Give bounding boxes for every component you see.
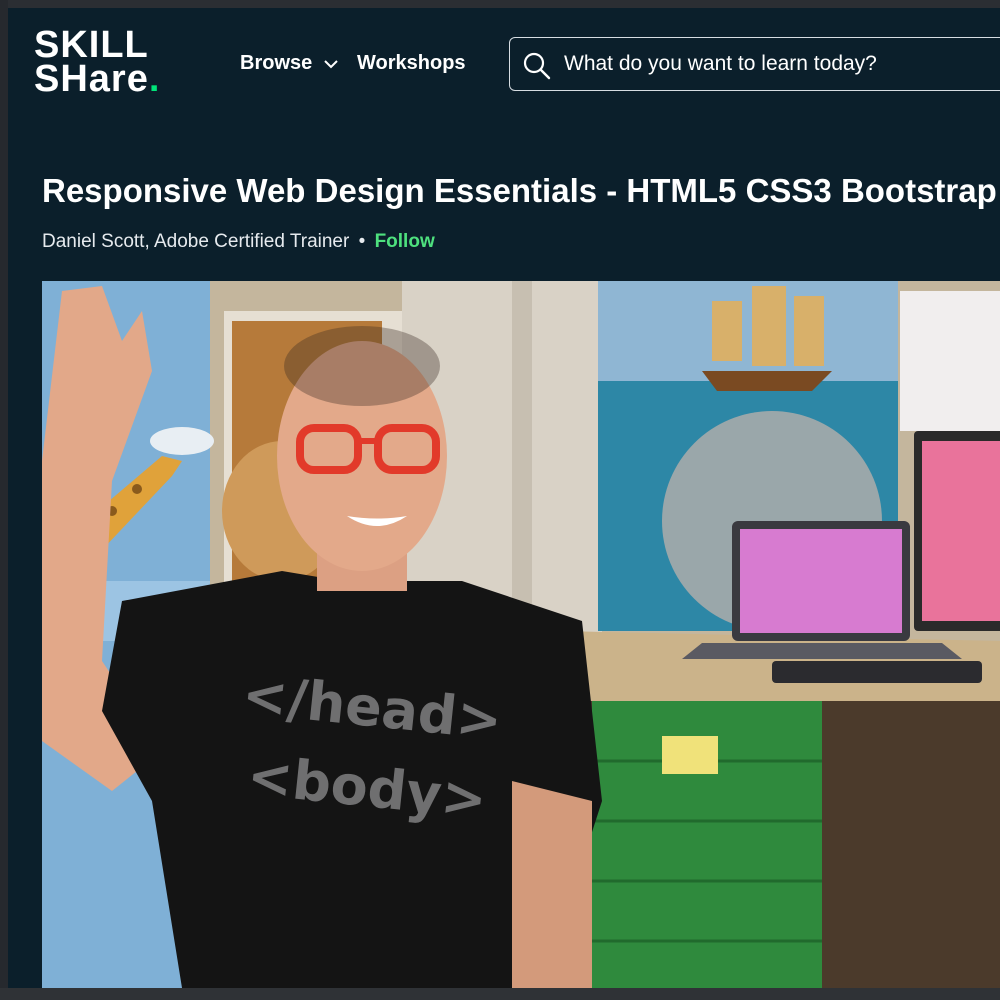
right-arm (512, 781, 592, 988)
logo-line-2: SHare. (34, 60, 160, 98)
cabinet-sticker (662, 736, 718, 774)
author-link[interactable]: Daniel Scott, Adobe Certified Trainer (42, 231, 349, 252)
window-bottom-edge (0, 988, 1000, 1000)
logo-line-2-text: SHare (34, 58, 149, 100)
laptop-base (682, 643, 962, 659)
course-title: Responsive Web Design Essentials - HTML5… (42, 172, 997, 209)
course-byline: Daniel Scott, Adobe Certified Trainer • … (42, 231, 435, 253)
ship-sail-3 (794, 296, 824, 366)
hair-shadow (284, 326, 440, 406)
video-player[interactable]: </head> <body> (42, 281, 1000, 988)
nav-browse-label: Browse (240, 52, 313, 74)
search-placeholder: What do you want to learn today? (564, 52, 877, 75)
byline-separator: • (358, 231, 366, 252)
skillshare-logo[interactable]: SKILL SHare. (34, 24, 160, 98)
video-frame (42, 281, 1000, 988)
nav-workshops-label: Workshops (357, 52, 466, 74)
window-left-edge (0, 0, 8, 1000)
mural-ship-hull (702, 371, 832, 391)
ship-sail-2 (752, 286, 786, 366)
giraffe-spot-2 (132, 484, 142, 494)
keyboard (772, 661, 982, 683)
ship-sail-1 (712, 301, 742, 361)
app-window: SKILL SHare. Browse Workshops What do yo… (0, 0, 1000, 1000)
search-input[interactable]: What do you want to learn today? (509, 37, 1000, 91)
logo-line-1: SKILL (34, 24, 149, 66)
window-top-edge (0, 0, 1000, 8)
monitor-screen (922, 441, 1000, 621)
nav-browse[interactable]: Browse (240, 52, 338, 75)
wall-paper (900, 291, 1000, 431)
follow-button[interactable]: Follow (375, 231, 435, 252)
mural-cloud (150, 427, 214, 455)
logo-dot: . (148, 58, 161, 100)
chevron-down-icon (324, 52, 338, 75)
laptop-screen (740, 529, 902, 633)
nav-workshops[interactable]: Workshops (357, 52, 466, 75)
search-icon (522, 51, 552, 86)
